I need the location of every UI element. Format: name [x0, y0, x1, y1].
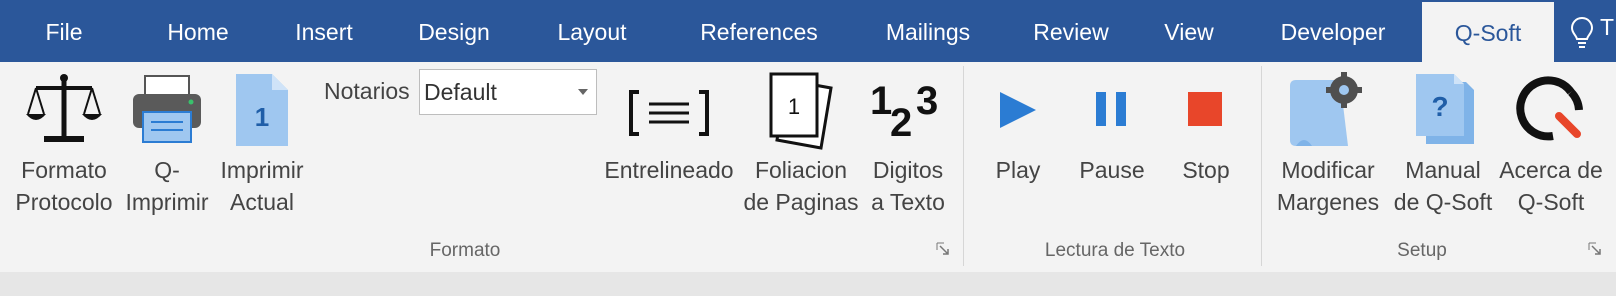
stop-label: Stop — [1182, 157, 1230, 183]
stop-button[interactable]: Stop — [1164, 62, 1248, 222]
q-imprimir-label: Q- Imprimir — [125, 157, 209, 215]
foliacion-button[interactable]: 1 Foliacion de Paginas — [738, 62, 864, 222]
play-label: Play — [995, 157, 1041, 183]
group-separator — [963, 66, 964, 266]
tab-file[interactable]: File — [20, 0, 108, 62]
notarios-label: Notarios — [324, 78, 410, 104]
group-label-setup: Setup — [1397, 240, 1447, 261]
entrelineado-label: Entrelineado — [604, 157, 734, 183]
setup-dialog-launcher-icon[interactable] — [1588, 242, 1602, 256]
pause-icon — [1082, 70, 1142, 155]
notarios-dropdown[interactable]: Default — [419, 69, 597, 115]
formato-protocolo-button[interactable]: Formato Protocolo — [6, 62, 122, 222]
svg-text:?: ? — [1431, 91, 1448, 122]
play-button[interactable]: Play — [976, 62, 1060, 222]
tab-design[interactable]: Design — [404, 0, 504, 62]
tab-home[interactable]: Home — [150, 0, 246, 62]
tell-me-text: T — [1600, 14, 1615, 40]
entrelineado-button[interactable]: Entrelineado — [598, 62, 740, 222]
svg-text:3: 3 — [916, 79, 938, 123]
page-settings-icon — [1288, 70, 1368, 155]
tell-me-search[interactable]: T — [1566, 14, 1616, 54]
help-document-icon: ? — [1408, 70, 1478, 155]
formato-protocolo-label: Formato Protocolo — [15, 157, 113, 215]
play-icon — [988, 70, 1048, 155]
group-label-formato: Formato — [429, 240, 501, 261]
tab-q-soft[interactable]: Q-Soft — [1422, 2, 1554, 62]
svg-text:1: 1 — [870, 79, 892, 123]
tab-mailings[interactable]: Mailings — [862, 0, 994, 62]
document-area-strip — [0, 272, 1616, 296]
imprimir-actual-button[interactable]: 1 Imprimir Actual — [214, 62, 310, 222]
imprimir-actual-label: Imprimir Actual — [220, 157, 304, 215]
document-page-icon: 1 — [232, 70, 292, 155]
tab-review[interactable]: Review — [1016, 0, 1126, 62]
acerca-de-q-soft-button[interactable]: Acerca de Q-Soft — [1496, 62, 1606, 222]
formato-dialog-launcher-icon[interactable] — [936, 242, 950, 256]
ribbon-tab-bar: File Home Insert Design Layout Reference… — [0, 0, 1616, 62]
pause-label: Pause — [1079, 157, 1145, 183]
tab-layout[interactable]: Layout — [538, 0, 646, 62]
line-spacing-icon — [627, 70, 711, 155]
ribbon-panel: Formato Protocolo Q- Imprimir 1 Imprimir… — [0, 62, 1616, 273]
scales-icon — [24, 70, 104, 155]
digits-icon: 1 2 3 — [868, 70, 948, 155]
tab-references[interactable]: References — [680, 0, 838, 62]
svg-text:1: 1 — [788, 94, 800, 119]
pause-button[interactable]: Pause — [1070, 62, 1154, 222]
group-separator — [1261, 66, 1262, 266]
page-numbering-icon: 1 — [765, 70, 837, 155]
qsoft-logo-icon — [1513, 70, 1589, 155]
chevron-down-icon — [578, 89, 588, 95]
manual-q-soft-label: Manual de Q-Soft — [1393, 157, 1493, 215]
notarios-selected-value: Default — [424, 79, 497, 105]
lightbulb-icon — [1570, 16, 1594, 54]
modificar-margenes-button[interactable]: Modificar Margenes — [1272, 62, 1384, 222]
group-label-lectura-de-texto: Lectura de Texto — [1044, 240, 1186, 261]
stop-icon — [1176, 70, 1236, 155]
tab-view[interactable]: View — [1148, 0, 1230, 62]
printer-icon — [129, 70, 205, 155]
tab-developer[interactable]: Developer — [1266, 0, 1400, 62]
manual-q-soft-button[interactable]: ? Manual de Q-Soft — [1388, 62, 1498, 222]
digitos-label: Digitos a Texto — [871, 157, 945, 215]
svg-text:1: 1 — [255, 102, 269, 132]
tab-insert[interactable]: Insert — [276, 0, 372, 62]
q-imprimir-button[interactable]: Q- Imprimir — [120, 62, 214, 222]
foliacion-label: Foliacion de Paginas — [743, 157, 859, 215]
modificar-margenes-label: Modificar Margenes — [1276, 157, 1380, 215]
digitos-a-texto-button[interactable]: 1 2 3 Digitos a Texto — [862, 62, 954, 222]
acerca-de-q-soft-label: Acerca de Q-Soft — [1499, 157, 1603, 215]
svg-text:2: 2 — [890, 101, 912, 145]
